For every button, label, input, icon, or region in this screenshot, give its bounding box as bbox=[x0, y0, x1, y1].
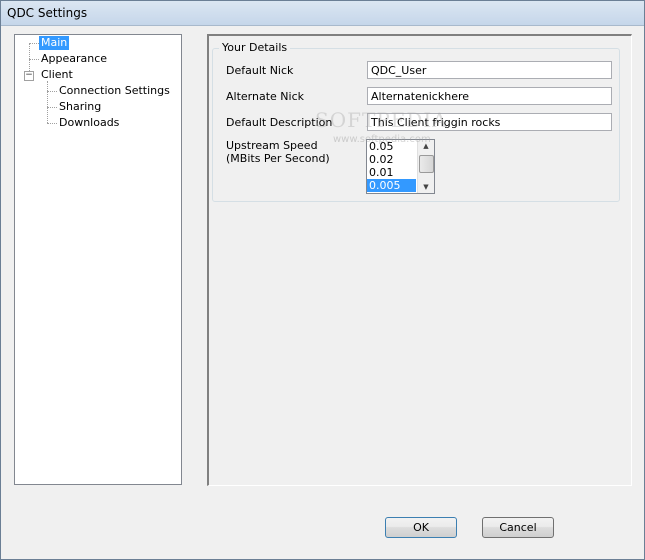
tree-item-main[interactable]: Main bbox=[39, 36, 70, 50]
tree-item-client[interactable]: Client bbox=[39, 68, 75, 82]
group-legend: Your Details bbox=[219, 41, 291, 54]
list-item-selected[interactable]: 0.005 bbox=[367, 179, 416, 192]
scrollbar-thumb[interactable] bbox=[419, 155, 434, 173]
settings-panel: Your Details Default Nick QDC_User Alter… bbox=[207, 34, 632, 486]
tree-item-appearance[interactable]: Appearance bbox=[39, 52, 109, 66]
title-bar[interactable]: QDC Settings bbox=[1, 1, 644, 26]
upstream-speed-listbox[interactable]: 0.05 0.02 0.01 0.005 ▲ ▼ bbox=[366, 139, 435, 194]
settings-window: QDC Settings Main Appearance − Client Co… bbox=[0, 0, 645, 560]
tree-item-downloads[interactable]: Downloads bbox=[57, 116, 121, 130]
default-nick-label: Default Nick bbox=[226, 64, 294, 77]
alternate-nick-input[interactable]: Alternatenickhere bbox=[367, 87, 612, 105]
list-item[interactable]: 0.01 bbox=[367, 166, 416, 179]
list-item[interactable]: 0.02 bbox=[367, 153, 416, 166]
tree-connector bbox=[47, 107, 57, 108]
default-nick-input[interactable]: QDC_User bbox=[367, 61, 612, 79]
ok-button[interactable]: OK bbox=[385, 517, 457, 538]
window-client-area: Main Appearance − Client Connection Sett… bbox=[5, 26, 640, 555]
cancel-button[interactable]: Cancel bbox=[482, 517, 554, 538]
upstream-speed-unit-label: (MBits Per Second) bbox=[226, 152, 330, 165]
watermark-logo: SOFTPEDIA bbox=[315, 108, 448, 132]
upstream-speed-label: Upstream Speed bbox=[226, 139, 318, 152]
tree-item-sharing[interactable]: Sharing bbox=[57, 100, 103, 114]
window-title: QDC Settings bbox=[7, 6, 88, 20]
settings-tree[interactable]: Main Appearance − Client Connection Sett… bbox=[14, 34, 182, 485]
alternate-nick-label: Alternate Nick bbox=[226, 90, 304, 103]
tree-connector bbox=[47, 123, 57, 124]
collapse-icon[interactable]: − bbox=[24, 71, 34, 81]
tree-connector bbox=[29, 59, 39, 60]
tree-item-connection-settings[interactable]: Connection Settings bbox=[57, 84, 172, 98]
listbox-scrollbar[interactable]: ▲ ▼ bbox=[417, 140, 434, 193]
tree-connector bbox=[29, 43, 39, 44]
scroll-down-icon[interactable]: ▼ bbox=[418, 181, 434, 193]
tree-connector bbox=[47, 91, 57, 92]
tree-connector bbox=[47, 81, 48, 123]
watermark-url: www.softpedia.com bbox=[333, 134, 431, 145]
